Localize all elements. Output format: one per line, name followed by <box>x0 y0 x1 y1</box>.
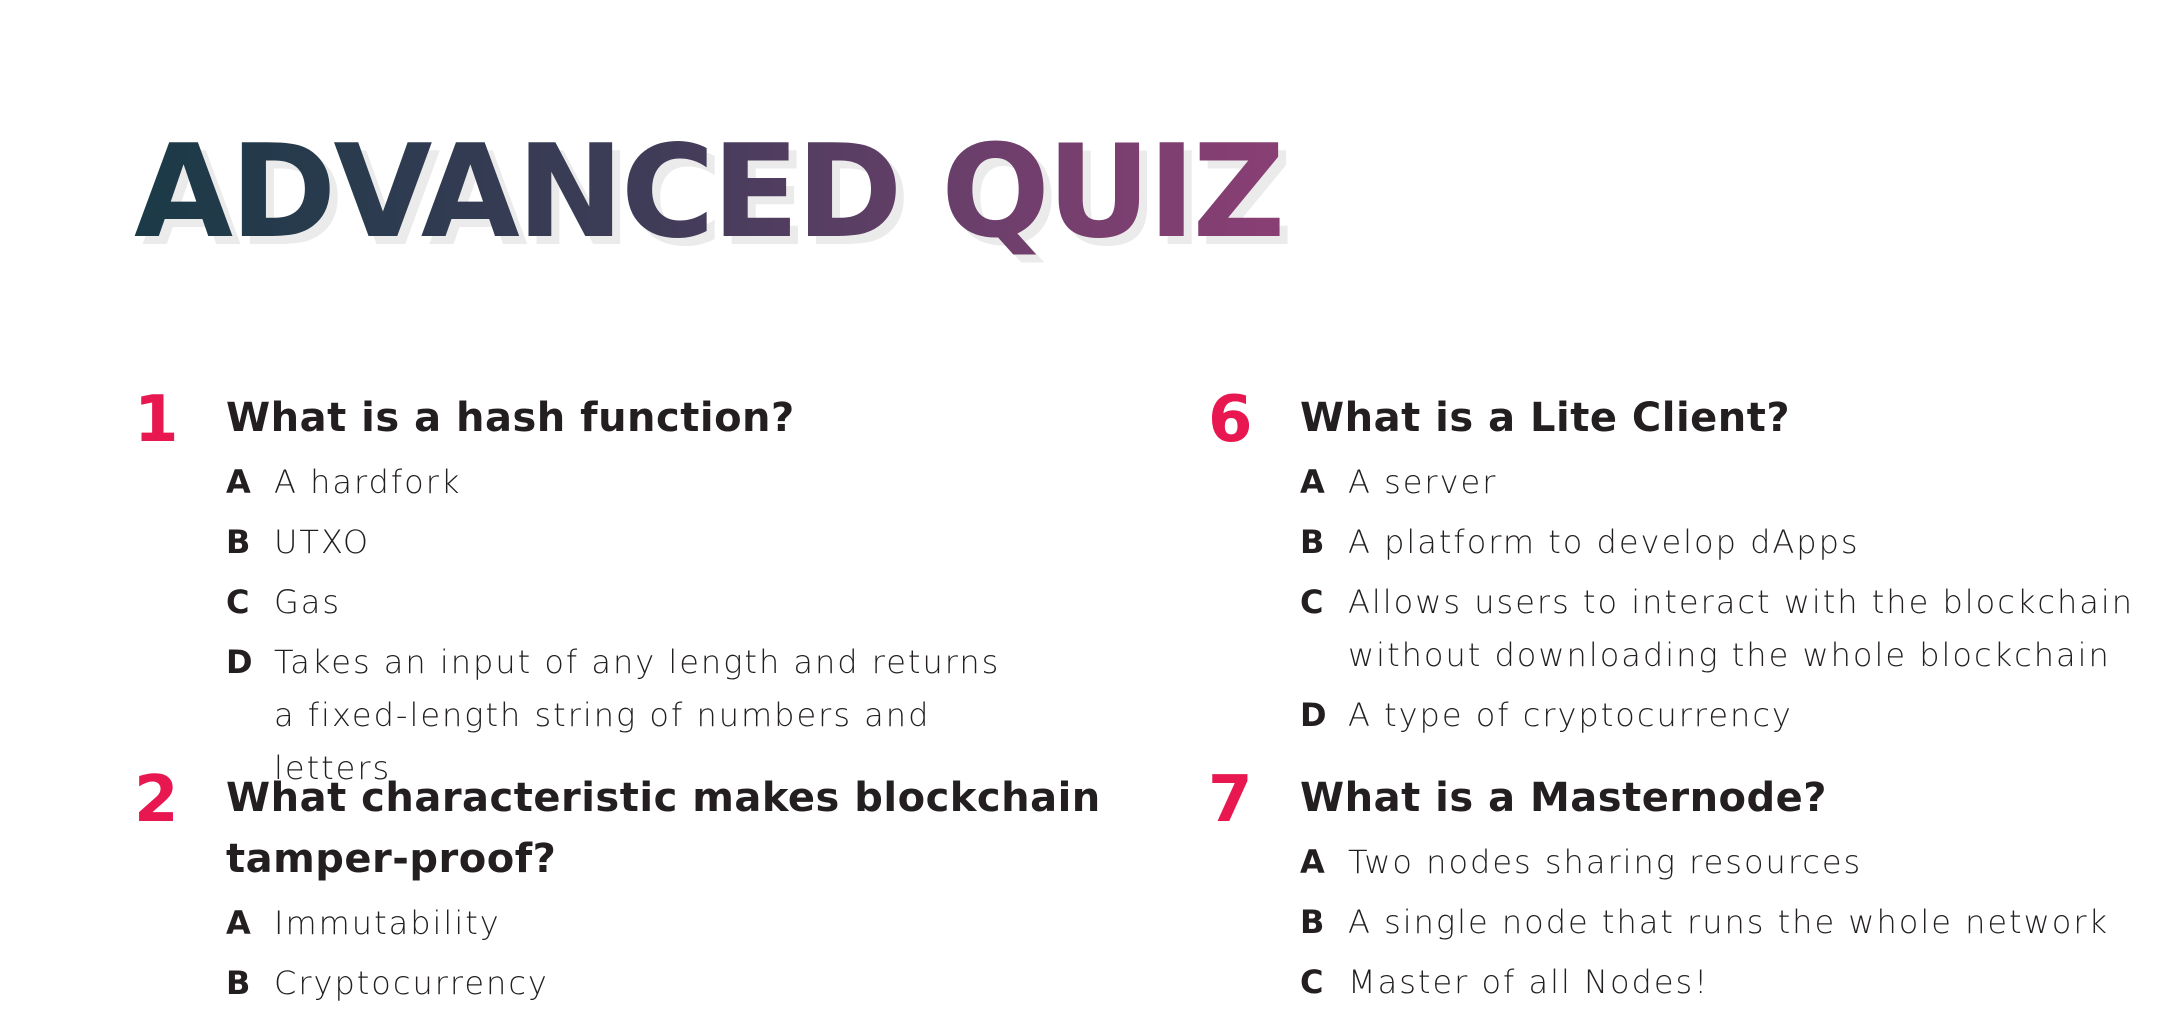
answer-letter: B <box>226 964 251 1002</box>
question-text: What is a Masternode? <box>1300 775 1828 821</box>
question-body: What is a Masternode? A Two nodes sharin… <box>1300 768 2160 1009</box>
answer-text: A single node that runs the whole networ… <box>1348 903 2110 941</box>
quiz-title: ADVANCED QUIZ <box>134 118 1285 267</box>
answer-letter: A <box>1300 843 1325 881</box>
answer-text: A type of cryptocurrency <box>1348 696 1793 734</box>
answer-option-d: D A type of cryptocurrency <box>1300 689 2160 742</box>
answer-option-c: C Allows users to interact with the bloc… <box>1300 576 2148 682</box>
answer-list: A Immutability B Cryptocurrency <box>226 897 1126 1010</box>
answer-text: Gas <box>274 583 342 621</box>
answer-letter: A <box>226 463 251 501</box>
answer-option-c: C Master of all Nodes! <box>1300 956 2160 1009</box>
answer-option-a: A A hardfork <box>226 456 1106 509</box>
question-number: 2 <box>134 763 179 837</box>
answer-list: A A hardfork B UTXO C Gas D Takes an inp… <box>226 456 1106 795</box>
quiz-title-block: ADVANCED QUIZ ADVANCED QUIZ <box>134 118 1293 275</box>
answer-text: Allows users to interact with the blockc… <box>1348 583 2134 674</box>
answer-letter: B <box>226 523 251 561</box>
answer-letter: C <box>1300 963 1324 1001</box>
answer-text: A hardfork <box>274 463 462 501</box>
answer-text: UTXO <box>274 523 371 561</box>
answer-option-a: A A server <box>1300 456 2160 509</box>
answer-letter: C <box>226 583 250 621</box>
answer-option-a: A Immutability <box>226 897 1126 950</box>
answer-letter: A <box>1300 463 1325 501</box>
question-body: What is a Lite Client? A A server B A pl… <box>1300 388 2160 742</box>
answer-text: Immutability <box>274 904 501 942</box>
answer-letter: C <box>1300 583 1324 621</box>
question-text: What is a Lite Client? <box>1300 395 1791 441</box>
question-text: What characteristic makes blockchain tam… <box>226 775 1101 882</box>
answer-option-b: B A platform to develop dApps <box>1300 516 2160 569</box>
answer-list: A Two nodes sharing resources B A single… <box>1300 836 2160 1009</box>
question-text: What is a hash function? <box>226 395 795 441</box>
answer-option-b: B A single node that runs the whole netw… <box>1300 896 2160 949</box>
answer-option-b: B UTXO <box>226 516 1106 569</box>
answer-text: Two nodes sharing resources <box>1348 843 1863 881</box>
question-number: 6 <box>1208 383 1253 457</box>
answer-text: A platform to develop dApps <box>1348 523 1860 561</box>
answer-letter: D <box>226 643 253 681</box>
question-number: 7 <box>1208 763 1253 837</box>
answer-letter: A <box>226 904 251 942</box>
question-number: 1 <box>134 383 179 457</box>
answer-option-c: C Gas <box>226 576 1106 629</box>
answer-letter: D <box>1300 696 1327 734</box>
answer-text: Cryptocurrency <box>274 964 549 1002</box>
question-body: What characteristic makes blockchain tam… <box>226 768 1126 1010</box>
question-body: What is a hash function? A A hardfork B … <box>226 388 1106 795</box>
answer-text: A server <box>1348 463 1498 501</box>
answer-list: A A server B A platform to develop dApps… <box>1300 456 2160 742</box>
answer-text: Master of all Nodes! <box>1348 963 1710 1001</box>
answer-option-a: A Two nodes sharing resources <box>1300 836 2160 889</box>
answer-option-b: B Cryptocurrency <box>226 957 1126 1010</box>
answer-letter: B <box>1300 903 1325 941</box>
answer-letter: B <box>1300 523 1325 561</box>
